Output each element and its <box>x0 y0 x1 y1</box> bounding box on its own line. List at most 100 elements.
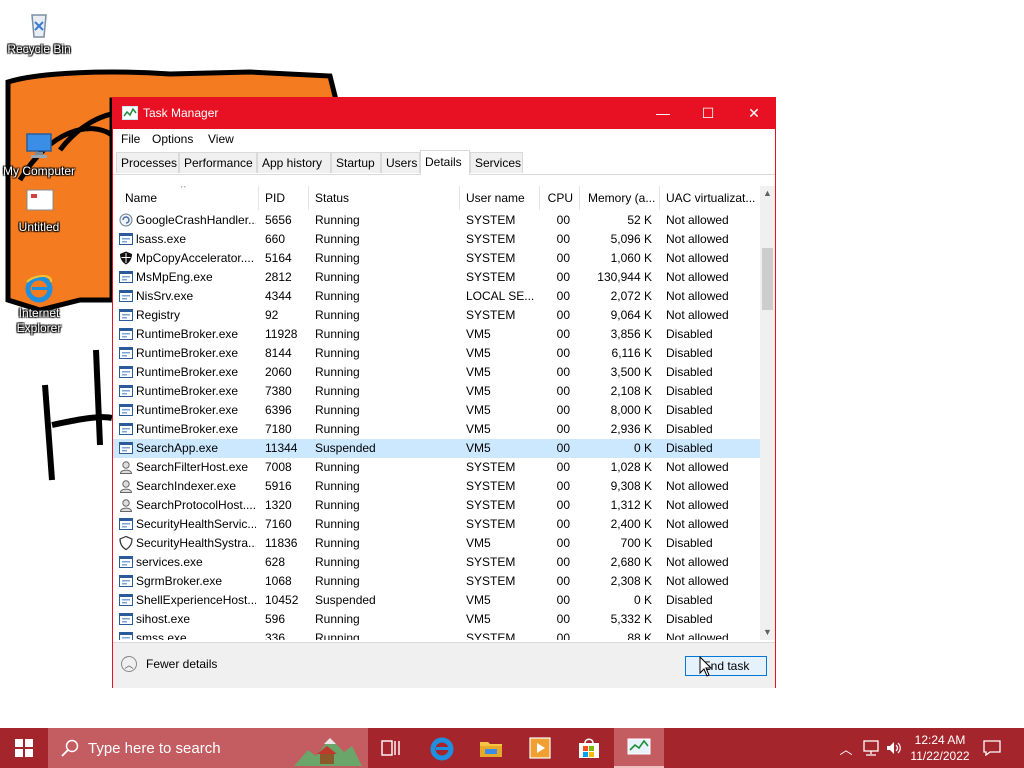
volume-button[interactable] <box>883 728 905 768</box>
defender-shield-icon <box>119 251 133 265</box>
scroll-up-arrow-icon[interactable]: ▲ <box>760 186 775 201</box>
taskbar-clock[interactable]: 12:24 AM 11/22/2022 <box>905 732 975 764</box>
column-header-name[interactable]: Name ^ <box>119 186 259 210</box>
cell-status: Running <box>315 479 360 493</box>
table-row[interactable]: sihost.exe 596 Running VM5 00 5,332 K Disabled <box>113 610 760 629</box>
menu-view[interactable]: View <box>208 132 234 146</box>
cell-user: VM5 <box>466 612 491 626</box>
start-button[interactable] <box>0 728 48 768</box>
cell-user: SYSTEM <box>466 631 516 640</box>
desktop-icon-internet-explorer[interactable]: Internet Explorer <box>2 272 76 336</box>
cell-pid: 6396 <box>265 403 292 417</box>
table-row[interactable]: SearchFilterHost.exe 7008 Running SYSTEM 00 1… <box>113 458 760 477</box>
column-header-memory[interactable]: Memory (a... <box>580 186 660 210</box>
cell-pid: 4344 <box>265 289 292 303</box>
taskbar-search-box[interactable]: Type here to search <box>48 728 368 768</box>
table-row[interactable]: GoogleCrashHandler... 5656 Running SYSTEM 00… <box>113 211 760 230</box>
network-icon <box>863 740 879 756</box>
taskbar-edge[interactable] <box>418 728 466 768</box>
cell-uac: Disabled <box>666 422 713 436</box>
notifications-button[interactable] <box>978 728 1006 768</box>
taskbar-task-manager[interactable] <box>614 728 664 768</box>
minimize-button[interactable]: — <box>640 98 686 128</box>
table-row[interactable]: Registry 92 Running SYSTEM 00 9,064 K Not allo… <box>113 306 760 325</box>
details-list[interactable]: Name ^ PID Status User name CPU Memory (… <box>113 186 775 641</box>
column-header-status[interactable]: Status <box>309 186 460 210</box>
scroll-down-arrow-icon[interactable]: ▼ <box>760 625 775 640</box>
table-row[interactable]: RuntimeBroker.exe 6396 Running VM5 00 8,000 K… <box>113 401 760 420</box>
table-row[interactable]: smss.exe 336 Running SYSTEM 00 88 K Not allowe… <box>113 629 760 640</box>
window-title: Task Manager <box>143 106 219 120</box>
tab-app-history[interactable]: App history <box>257 152 331 173</box>
cell-user: SYSTEM <box>466 308 516 322</box>
cell-uac: Disabled <box>666 536 713 550</box>
table-row[interactable]: ShellExperienceHost.... 10452 Suspended VM5… <box>113 591 760 610</box>
cell-uac: Not allowed <box>666 232 729 246</box>
network-button[interactable] <box>860 728 882 768</box>
tab-performance[interactable]: Performance <box>179 152 257 173</box>
column-header-user-name[interactable]: User name <box>460 186 540 210</box>
table-row[interactable]: RuntimeBroker.exe 7380 Running VM5 00 2,108 K… <box>113 382 760 401</box>
cell-pid: 7380 <box>265 384 292 398</box>
table-row[interactable]: lsass.exe 660 Running SYSTEM 00 5,096 K Not al… <box>113 230 760 249</box>
desktop-icon-untitled[interactable]: Untitled <box>2 186 76 235</box>
table-row[interactable]: SearchApp.exe 11344 Suspended VM5 00 0 K Disab… <box>113 439 760 458</box>
desktop-icon-my-computer[interactable]: My Computer <box>2 130 76 179</box>
cell-uac: Not allowed <box>666 517 729 531</box>
security-shield-icon <box>119 535 133 551</box>
column-header-uac-virtualization[interactable]: UAC virtualizat... <box>660 186 760 210</box>
cell-name: RuntimeBroker.exe <box>136 327 239 341</box>
table-row[interactable]: RuntimeBroker.exe 2060 Running VM5 00 3,500 K… <box>113 363 760 382</box>
end-task-button[interactable]: End task <box>685 656 767 676</box>
tab-startup[interactable]: Startup <box>331 152 381 173</box>
show-hidden-icons-button[interactable]: ︿ <box>836 728 856 768</box>
task-view-button[interactable] <box>368 728 414 768</box>
taskbar-file-explorer[interactable] <box>466 728 516 768</box>
table-row[interactable]: NisSrv.exe 4344 Running LOCAL SE... 00 2,072 … <box>113 287 760 306</box>
close-button[interactable]: ✕ <box>731 98 777 128</box>
cell-status: Suspended <box>315 441 376 455</box>
cell-mem: 3,500 K <box>610 365 652 379</box>
table-row[interactable]: SecurityHealthServic... 7160 Running SYSTEM… <box>113 515 760 534</box>
table-row[interactable]: RuntimeBroker.exe 11928 Running VM5 00 3,856 … <box>113 325 760 344</box>
table-row[interactable]: SearchProtocolHost.... 1320 Running SYSTEM 0… <box>113 496 760 515</box>
title-bar[interactable]: Task Manager — ☐ ✕ <box>113 98 775 129</box>
cell-cpu: 00 <box>556 593 570 607</box>
maximize-button[interactable]: ☐ <box>685 98 731 128</box>
table-row[interactable]: MpCopyAccelerator.... 5164 Running SYSTEM 00… <box>113 249 760 268</box>
table-row[interactable]: RuntimeBroker.exe 8144 Running VM5 00 6,116 K… <box>113 344 760 363</box>
menu-options[interactable]: Options <box>152 132 193 146</box>
sort-ascending-icon: ^ <box>181 186 186 194</box>
column-header-cpu[interactable]: CPU <box>540 186 580 210</box>
table-row[interactable]: SecurityHealthSystra... 11836 Running VM5 00… <box>113 534 760 553</box>
column-header-pid[interactable]: PID <box>259 186 309 210</box>
cell-status: Running <box>315 327 360 341</box>
table-row[interactable]: SearchIndexer.exe 5916 Running SYSTEM 00 9,30… <box>113 477 760 496</box>
cell-name: SecurityHealthServic... <box>136 517 256 531</box>
tab-details[interactable]: Details <box>420 150 470 175</box>
scrollbar-thumb[interactable] <box>762 248 773 310</box>
tab-processes[interactable]: Processes <box>116 152 179 173</box>
fewer-details-button[interactable]: ︿ Fewer details <box>121 654 217 674</box>
tab-users[interactable]: Users <box>381 152 420 173</box>
tab-services[interactable]: Services <box>470 152 523 173</box>
cell-pid: 660 <box>265 232 286 246</box>
task-manager-window[interactable]: Task Manager — ☐ ✕ File Options View Pro… <box>112 97 776 688</box>
vertical-scrollbar[interactable]: ▲ ▼ <box>760 186 775 640</box>
cell-pid: 7160 <box>265 517 292 531</box>
cell-uac: Not allowed <box>666 555 729 569</box>
cell-uac: Disabled <box>666 327 713 341</box>
desktop-icon-recycle-bin[interactable]: Recycle Bin <box>2 8 76 57</box>
table-row[interactable]: SgrmBroker.exe 1068 Running SYSTEM 00 2,308 K… <box>113 572 760 591</box>
table-row[interactable]: services.exe 628 Running SYSTEM 00 2,680 K Not… <box>113 553 760 572</box>
clock-time: 12:24 AM <box>914 733 966 747</box>
taskbar-store[interactable] <box>564 728 614 768</box>
taskbar-media-player[interactable] <box>516 728 564 768</box>
table-row[interactable]: RuntimeBroker.exe 7180 Running VM5 00 2,936 K… <box>113 420 760 439</box>
cell-cpu: 00 <box>556 403 570 417</box>
cell-pid: 2060 <box>265 365 292 379</box>
cell-status: Running <box>315 270 360 284</box>
cell-cpu: 00 <box>556 460 570 474</box>
menu-file[interactable]: File <box>121 132 140 146</box>
table-row[interactable]: MsMpEng.exe 2812 Running SYSTEM 00 130,944 K N… <box>113 268 760 287</box>
